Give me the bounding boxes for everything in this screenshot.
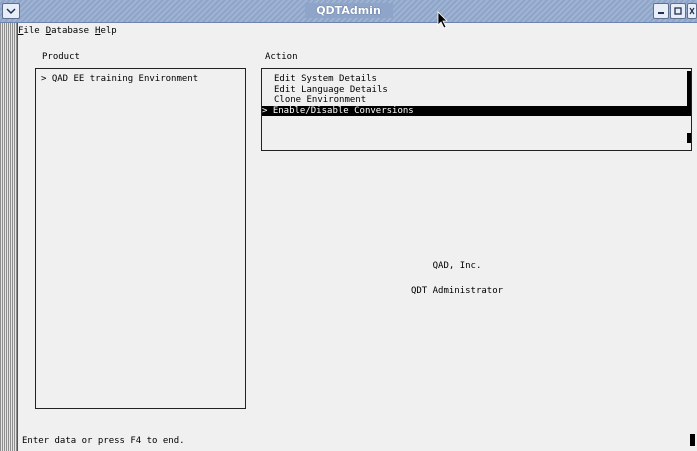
scrollbar-thumb-lower[interactable]	[687, 133, 691, 143]
menu-file[interactable]: File	[18, 26, 40, 38]
close-icon	[689, 7, 695, 15]
window-left-border	[0, 23, 18, 451]
company-name: QAD, Inc.	[432, 261, 482, 271]
maximize-button[interactable]	[670, 3, 686, 19]
product-item[interactable]: > QAD EE training Environment	[41, 74, 198, 85]
action-item-edit-system[interactable]: Edit System Details	[274, 74, 377, 85]
product-list[interactable]: > QAD EE training Environment	[35, 68, 246, 409]
scrollbar-thumb[interactable]	[687, 71, 691, 116]
window-title: QDTAdmin	[316, 4, 381, 17]
minimize-icon	[658, 12, 664, 14]
menu-database[interactable]: Database	[46, 26, 89, 38]
title-bar[interactable]: QDTAdmin	[0, 0, 697, 29]
action-item-conversions[interactable]: > Enable/Disable Conversions	[262, 106, 691, 116]
app-name: QDT Administrator	[410, 286, 504, 296]
status-message: Enter data or press F4 to end.	[22, 436, 185, 446]
action-label: Action	[265, 52, 298, 62]
close-button[interactable]	[687, 3, 697, 19]
action-list[interactable]: Edit System Details Edit Language Detail…	[261, 68, 692, 151]
menu-help[interactable]: Help	[95, 26, 117, 38]
action-item-edit-language[interactable]: Edit Language Details	[274, 86, 388, 95]
mouse-pointer-icon	[437, 11, 449, 32]
action-item-clone[interactable]: Clone Environment	[274, 96, 366, 105]
maximize-icon	[674, 7, 682, 15]
text-cursor	[690, 434, 695, 446]
minimize-button[interactable]	[653, 3, 669, 19]
menu-bar: File Database Help	[18, 26, 117, 38]
product-label: Product	[42, 52, 80, 62]
